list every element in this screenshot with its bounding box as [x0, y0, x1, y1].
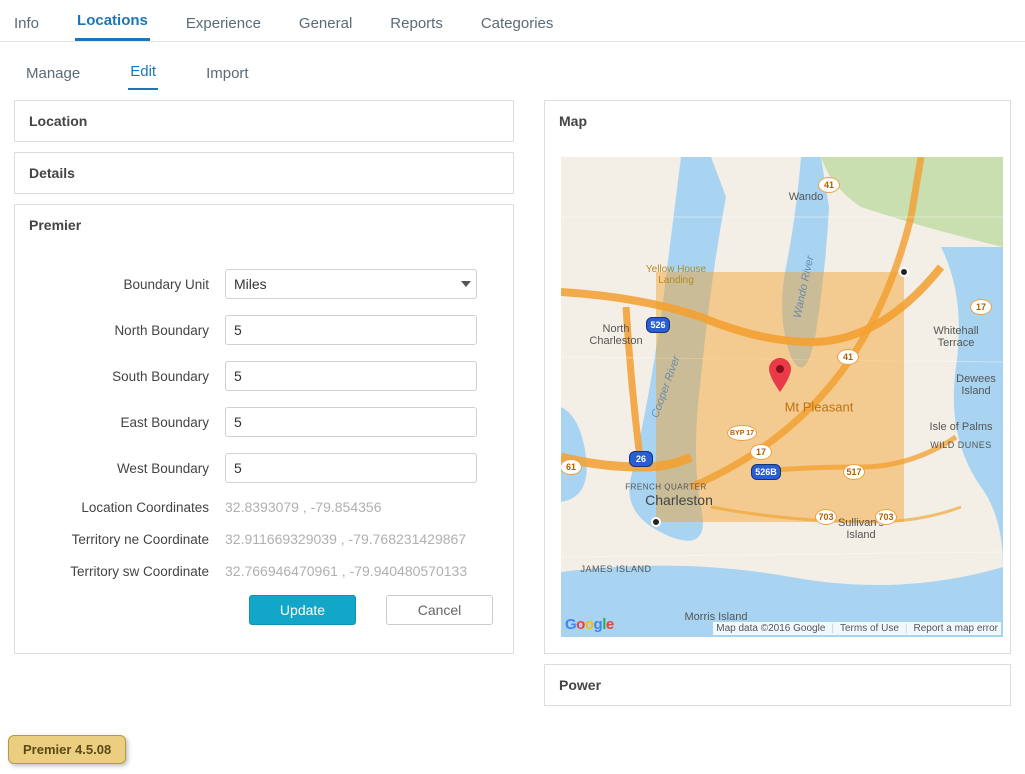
map-attribution: Map data ©2016 Google | Terms of Use | R…: [713, 622, 1001, 635]
map-label-dewees: Dewees Island: [956, 373, 996, 397]
location-coords-label: Location Coordinates: [35, 500, 225, 515]
route-shield-us17a-icon: 17: [970, 299, 992, 315]
south-boundary-label: South Boundary: [35, 369, 225, 384]
map-label-iop: Isle of Palms: [930, 421, 993, 433]
route-shield-sc61-icon: 61: [561, 459, 582, 475]
west-boundary-label: West Boundary: [35, 461, 225, 476]
panel-details: Details: [14, 152, 514, 194]
update-button[interactable]: Update: [249, 595, 356, 625]
route-shield-us41a-icon: 41: [818, 177, 840, 193]
route-shield-i26-icon: 26: [629, 451, 653, 467]
panel-details-header: Details: [15, 153, 513, 193]
map-label-yellow-house: Yellow House Landing: [646, 264, 706, 286]
panel-map: Map: [544, 100, 1011, 654]
panel-power-header: Power: [545, 665, 1010, 705]
map-label-charleston: Charleston: [645, 492, 713, 508]
panel-map-header: Map: [545, 101, 1010, 141]
location-pin-icon: [769, 358, 791, 392]
north-boundary-input[interactable]: [225, 315, 477, 345]
panel-power: Power: [544, 664, 1011, 706]
panel-location-header: Location: [15, 101, 513, 141]
subtab-import[interactable]: Import: [204, 65, 251, 90]
boundary-unit-label: Boundary Unit: [35, 277, 225, 292]
route-shield-us41b-icon: 41: [837, 349, 859, 365]
panel-location: Location: [14, 100, 514, 142]
map-label-north-charleston: North Charleston: [589, 323, 642, 347]
map-canvas[interactable]: Charleston North Charleston Mt Pleasant …: [561, 157, 1003, 637]
map-label-whitehall: Whitehall Terrace: [933, 325, 978, 349]
route-shield-i526-icon: 526: [646, 317, 670, 333]
tab-info[interactable]: Info: [12, 5, 41, 41]
map-label-wando: Wando: [789, 191, 823, 203]
sub-tab-nav: Manage Edit Import: [0, 42, 1025, 90]
east-boundary-label: East Boundary: [35, 415, 225, 430]
territory-sw-label: Territory sw Coordinate: [35, 564, 225, 579]
route-shield-sc703a-icon: 703: [815, 509, 837, 525]
cancel-button[interactable]: Cancel: [386, 595, 493, 625]
north-boundary-label: North Boundary: [35, 323, 225, 338]
map-data-text: Map data ©2016 Google: [716, 623, 825, 634]
map-terms-link[interactable]: Terms of Use: [840, 623, 899, 634]
route-shield-us17b-icon: 17: [750, 444, 772, 460]
tab-experience[interactable]: Experience: [184, 5, 263, 41]
boundary-unit-select[interactable]: Miles: [225, 269, 477, 299]
territory-ne-value: 32.911669329039 , -79.768231429867: [225, 531, 466, 547]
map-label-wild-dunes: WILD DUNES: [930, 440, 992, 450]
tab-categories[interactable]: Categories: [479, 5, 556, 41]
route-shield-sc517-icon: 517: [843, 464, 865, 480]
route-shield-byp17-icon: BYP 17: [727, 425, 757, 441]
east-boundary-input[interactable]: [225, 407, 477, 437]
territory-ne-dot-icon: [899, 267, 909, 277]
territory-sw-value: 32.766946470961 , -79.940480570133: [225, 563, 467, 579]
subtab-manage[interactable]: Manage: [24, 65, 82, 90]
territory-ne-label: Territory ne Coordinate: [35, 532, 225, 547]
top-tab-nav: Info Locations Experience General Report…: [0, 0, 1025, 42]
version-badge: Premier 4.5.08: [8, 735, 126, 764]
map-report-link[interactable]: Report a map error: [914, 623, 998, 634]
location-coords-value: 32.8393079 , -79.854356: [225, 499, 381, 515]
map-label-mt-pleasant: Mt Pleasant: [785, 400, 854, 415]
subtab-edit[interactable]: Edit: [128, 63, 158, 90]
panel-premier: Premier Boundary Unit Miles: [14, 204, 514, 654]
panel-premier-header: Premier: [15, 205, 513, 245]
tab-locations[interactable]: Locations: [75, 2, 150, 41]
tab-general[interactable]: General: [297, 5, 354, 41]
south-boundary-input[interactable]: [225, 361, 477, 391]
map-label-french: FRENCH QUARTER: [625, 483, 707, 492]
tab-reports[interactable]: Reports: [388, 5, 445, 41]
route-shield-sc703b-icon: 703: [875, 509, 897, 525]
map-label-james: JAMES ISLAND: [580, 564, 651, 574]
google-logo-icon: Google: [565, 616, 614, 633]
territory-sw-dot-icon: [651, 517, 661, 527]
route-shield-526b-icon: 526B: [751, 464, 781, 480]
west-boundary-input[interactable]: [225, 453, 477, 483]
